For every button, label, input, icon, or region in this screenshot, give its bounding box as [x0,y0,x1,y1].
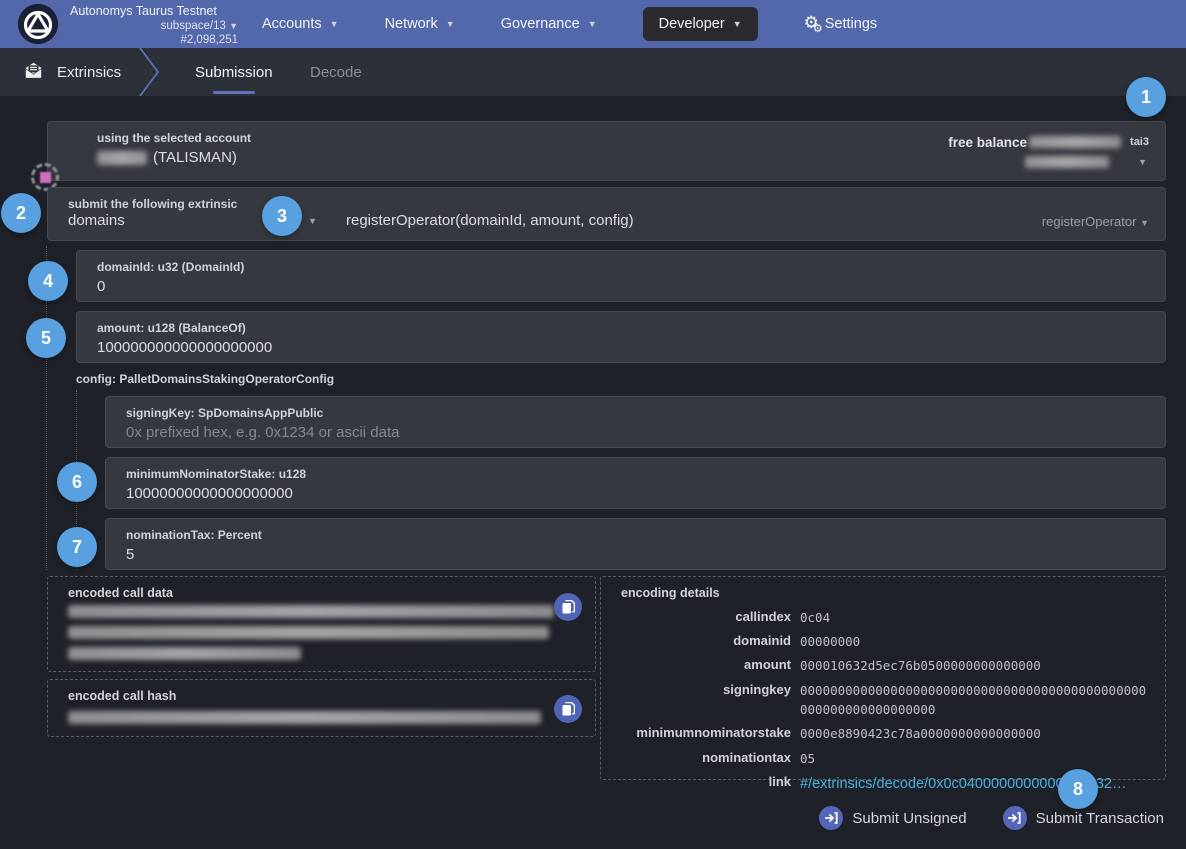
submit-unsigned-button[interactable]: Submit Unsigned [819,806,966,830]
encoding-row-callindex: callindex 0c04 [601,605,1165,629]
extrinsics-submission-page: using the selected account (TALISMAN) fr… [0,96,1186,849]
encoding-details-label: encoding details [621,586,720,600]
param-signingkey-label: signingKey: SpDomainsAppPublic [126,406,323,420]
tab-bar: Extrinsics Submission Decode [0,48,1186,96]
selected-account-value: (TALISMAN) [97,149,237,166]
network-name: Autonomys Taurus Testnet [70,4,238,19]
encoding-row-domainid: domainid 00000000 [601,629,1165,653]
param-nominationtax-label: nominationTax: Percent [126,528,262,542]
nav-settings[interactable]: ⚙⚙ Settings [804,13,878,35]
encoding-row-minimumnominatorstake: minimumnominatorstake 0000e8890423c78a00… [601,722,1165,746]
annotation-badge-5: 5 [26,318,66,358]
param-amount-field[interactable]: amount: u128 (BalanceOf) 100000000000000… [76,311,1166,363]
autonomys-logo-icon[interactable] [18,4,58,44]
method-select[interactable]: registerOperator(domainId, amount, confi… [346,212,634,229]
redacted-balance-secondary [1025,156,1109,168]
extrinsic-select-row: submit the following extrinsic domains ▼… [47,187,1166,241]
main-nav: Accounts ▼ Network ▼ Governance ▼ Develo… [262,0,877,48]
encoding-row-signingkey: signingkey 00000000000000000000000000000… [601,678,1165,722]
redacted-balance-value [1029,136,1121,148]
chain-selector[interactable]: subspace/13 ▼ [70,19,238,33]
annotation-badge-7: 7 [57,527,97,567]
network-title-block: Autonomys Taurus Testnet subspace/13 ▼ #… [70,4,238,47]
encoded-call-data-label: encoded call data [68,586,173,600]
encoded-call-data-panel: encoded call data [47,576,596,672]
annotation-badge-3: 3 [262,196,302,236]
section-extrinsics: Extrinsics [24,62,121,83]
param-amount-input[interactable]: 100000000000000000000 [97,339,272,356]
section-title: Extrinsics [57,64,121,81]
sign-in-arrow-icon [819,806,843,830]
pallet-select-caret[interactable]: ▼ [308,216,317,226]
copy-call-hash-button[interactable] [554,695,582,723]
breadcrumb-chevron [138,48,162,101]
param-nominationtax-input[interactable]: 5 [126,546,134,563]
chevron-down-icon: ▼ [588,19,597,29]
redacted-call-data-line3 [68,647,301,660]
copy-call-data-button[interactable] [554,593,582,621]
encoding-row-nominationtax: nominationtax 05 [601,746,1165,770]
param-minimumnominatorstake-field[interactable]: minimumNominatorStake: u128 100000000000… [105,457,1166,509]
annotation-badge-6: 6 [57,462,97,502]
config-group-label: config: PalletDomainsStakingOperatorConf… [76,372,334,386]
chevron-down-icon: ▼ [330,19,339,29]
nav-network[interactable]: Network ▼ [385,16,455,32]
block-number: #2,098,251 [70,33,238,47]
param-amount-label: amount: u128 (BalanceOf) [97,321,246,335]
encoding-details-panel: encoding details callindex 0c04 domainid… [600,576,1166,780]
nav-developer[interactable]: Developer ▼ [643,7,758,41]
account-select-row[interactable]: using the selected account (TALISMAN) fr… [47,121,1166,181]
annotation-badge-8: 8 [1058,769,1098,809]
param-signingkey-input[interactable]: 0x prefixed hex, e.g. 0x1234 or ascii da… [126,424,400,441]
param-minimumnominatorstake-label: minimumNominatorStake: u128 [126,467,306,481]
free-balance-label: free balance [948,135,1027,150]
nav-accounts[interactable]: Accounts ▼ [262,16,339,32]
param-domainid-field[interactable]: domainId: u32 (DomainId) 0 [76,250,1166,302]
param-signingkey-field[interactable]: signingKey: SpDomainsAppPublic 0x prefix… [105,396,1166,448]
annotation-badge-1: 1 [1126,77,1166,117]
redacted-account-name [97,151,147,165]
chevron-down-icon: ▼ [1140,218,1149,228]
redacted-call-hash [68,711,541,724]
chevron-down-icon: ▼ [229,21,238,31]
balance-expand-caret[interactable]: ▼ [1138,157,1147,167]
nav-governance[interactable]: Governance ▼ [501,16,597,32]
method-short-select[interactable]: registerOperator ▼ [1042,214,1149,229]
param-minimumnominatorstake-input[interactable]: 10000000000000000000 [126,485,293,502]
redacted-call-data-line2 [68,626,549,639]
extrinsics-envelope-icon [24,62,43,83]
account-select-label: using the selected account [97,131,251,145]
param-nominationtax-field[interactable]: nominationTax: Percent 5 [105,518,1166,570]
chevron-down-icon: ▼ [733,19,742,29]
gear-icon: ⚙⚙ [804,13,817,35]
encoding-row-amount: amount 000010632d5ec76b0500000000000000 [601,654,1165,678]
submit-actions: Submit Unsigned Submit Transaction [819,806,1164,830]
redacted-call-data-line1 [68,605,554,618]
param-domainid-label: domainId: u32 (DomainId) [97,260,244,274]
account-wallet-suffix: (TALISMAN) [153,149,237,166]
param-domainid-input[interactable]: 0 [97,278,105,295]
submit-transaction-button[interactable]: Submit Transaction [1003,806,1164,830]
copy-icon [562,702,575,716]
tab-submission[interactable]: Submission [195,48,273,96]
encoded-call-hash-panel: encoded call hash [47,679,596,737]
annotation-badge-4: 4 [28,261,68,301]
copy-icon [562,600,575,614]
chevron-down-icon: ▼ [446,19,455,29]
annotation-badge-2: 2 [1,193,41,233]
pallet-select[interactable]: domains [68,212,125,229]
app-header: Autonomys Taurus Testnet subspace/13 ▼ #… [0,0,1186,48]
extrinsic-row-label: submit the following extrinsic [68,197,237,211]
sign-in-arrow-icon [1003,806,1027,830]
encoded-call-hash-label: encoded call hash [68,689,176,703]
tab-decode[interactable]: Decode [310,48,362,96]
decode-link[interactable]: #/extrinsics/decode/0x0c0400000000000010… [800,773,1151,795]
token-unit: tai3 [1130,136,1149,148]
